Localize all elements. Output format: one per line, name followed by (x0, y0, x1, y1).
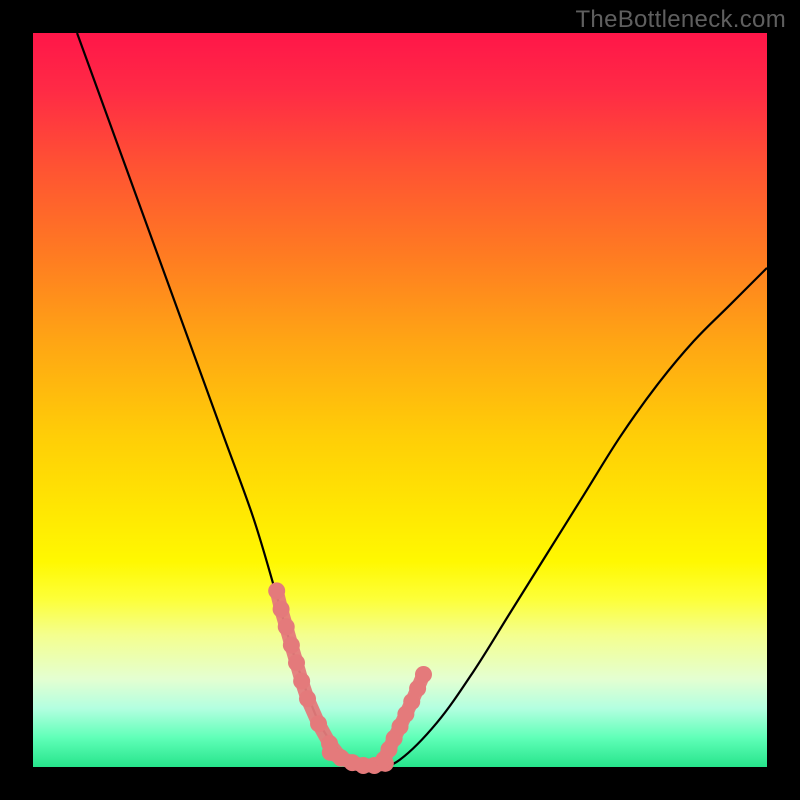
chart-svg (33, 33, 767, 767)
highlight-left-dot (293, 673, 310, 690)
highlight-right-dot (415, 666, 432, 683)
outer-frame: TheBottleneck.com (0, 0, 800, 800)
watermark-text: TheBottleneck.com (575, 6, 786, 34)
highlight-left-dot (288, 654, 305, 671)
highlight-left-dot (283, 637, 300, 654)
highlight-left-dot (278, 618, 295, 635)
highlight-left-dot (268, 582, 285, 599)
bottleneck-curve (77, 33, 767, 768)
highlight-left-dot (273, 601, 290, 618)
plot-area (33, 33, 767, 767)
highlight-left-dot (310, 715, 327, 732)
highlight-left-dot (299, 690, 316, 707)
